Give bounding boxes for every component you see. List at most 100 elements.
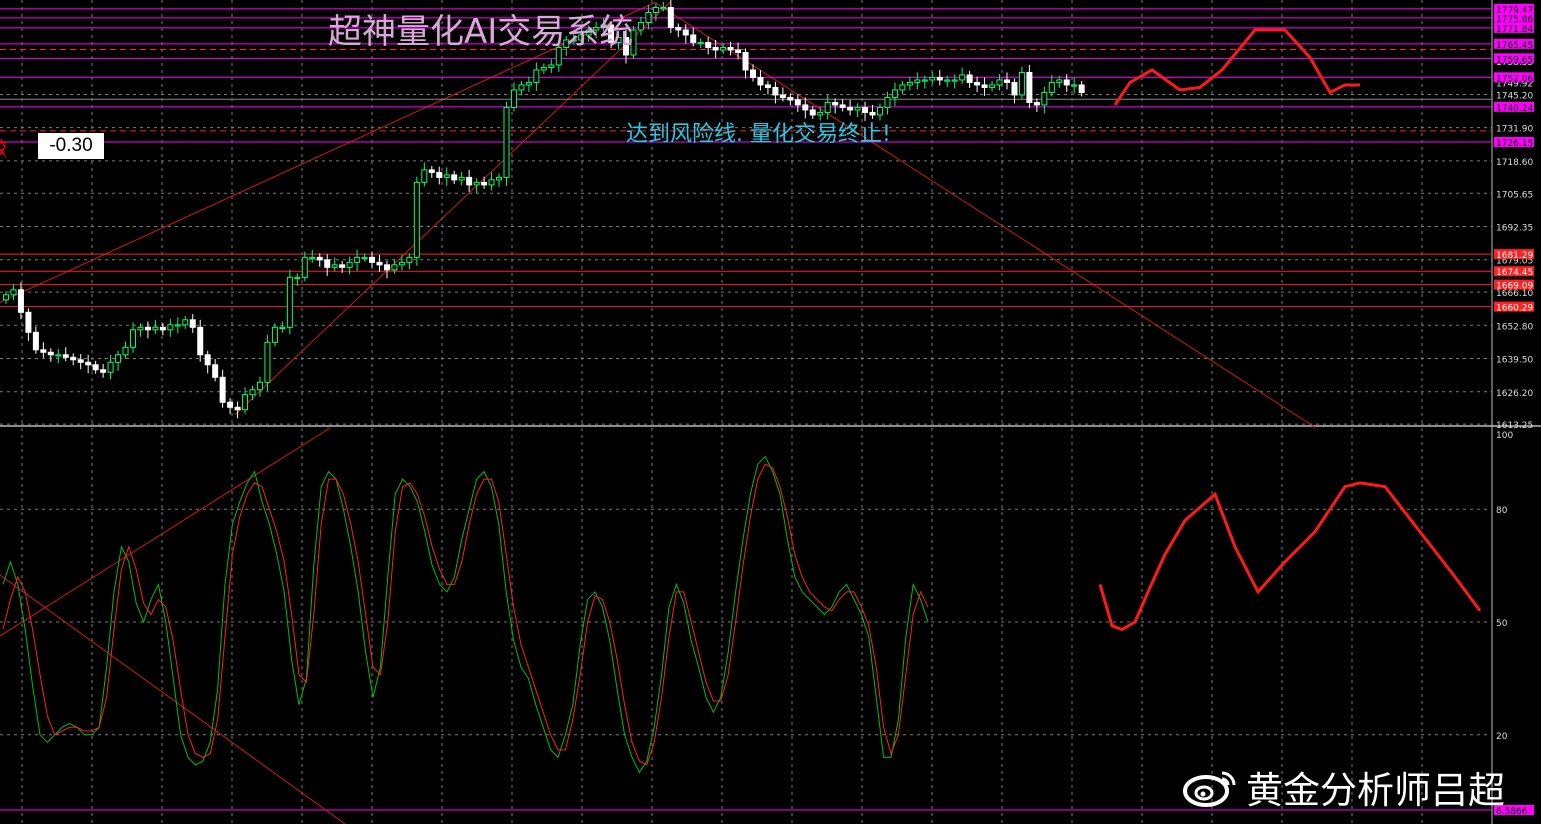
candle [391, 264, 398, 271]
candle [481, 181, 488, 186]
candle [346, 261, 353, 268]
candle [779, 94, 786, 98]
candle [62, 354, 69, 358]
osc-trend-line-down [0, 574, 346, 824]
candle [720, 46, 727, 51]
candle [331, 264, 338, 268]
candle [406, 256, 413, 263]
candle [936, 76, 943, 81]
candle [989, 84, 996, 88]
osc-tick-label: 100 [1496, 431, 1513, 441]
candle [802, 104, 809, 111]
candle [951, 79, 958, 82]
candle [376, 261, 383, 266]
candle [383, 264, 390, 271]
candle [705, 41, 712, 48]
candle [3, 294, 9, 301]
candle [473, 181, 480, 186]
candle [1011, 81, 1018, 96]
candle [129, 329, 136, 348]
price-tick-label: 1718.60 [1496, 158, 1533, 168]
candle [256, 381, 263, 391]
candle [817, 111, 824, 116]
candle [294, 276, 301, 280]
trend-line-lower [234, 2, 671, 416]
candle [55, 354, 62, 357]
candle [1071, 84, 1078, 87]
candle [682, 29, 689, 36]
candle [122, 346, 129, 356]
candle [249, 389, 256, 396]
candle [1078, 84, 1085, 93]
candle [421, 169, 428, 183]
candle [518, 84, 525, 91]
candle [25, 311, 32, 333]
candle [458, 176, 465, 181]
osc-trend-line-up [0, 427, 331, 637]
left-edge-fragment: 效 [0, 133, 6, 159]
price-level-tag-label: 1669.09 [1496, 282, 1533, 292]
candle [839, 104, 846, 108]
candle [794, 99, 801, 106]
candle [847, 106, 854, 111]
candle [660, 6, 667, 10]
candle [152, 326, 159, 331]
candle [339, 264, 346, 268]
price-tick-label: 1639.50 [1496, 356, 1533, 366]
candle [966, 74, 973, 83]
candle [100, 369, 107, 373]
candle [959, 74, 966, 81]
candle [10, 289, 17, 296]
candle [757, 76, 764, 86]
candle [159, 326, 166, 331]
candle [996, 79, 1003, 86]
candle [712, 46, 719, 51]
candle [974, 81, 981, 86]
candle [17, 289, 24, 313]
candle [219, 376, 226, 403]
osc-tick-label: 20 [1496, 732, 1508, 742]
candle [167, 324, 174, 331]
candle [40, 349, 47, 353]
candle [77, 359, 84, 363]
candle [92, 364, 99, 371]
candle [1018, 71, 1025, 96]
candle [884, 96, 891, 108]
candle [787, 96, 794, 101]
candle [899, 84, 906, 91]
candle [929, 76, 936, 81]
candle [189, 319, 196, 328]
stoch-main-line [2, 455, 929, 774]
candle [1056, 79, 1063, 83]
candle [824, 101, 831, 113]
candle [690, 34, 697, 43]
candle [197, 326, 204, 356]
price-level-tag-label: 1752.06 [1496, 74, 1533, 84]
candle [1026, 71, 1033, 103]
candle [398, 261, 405, 266]
candle [862, 106, 869, 113]
candle [1063, 79, 1070, 86]
osc-tick-label: 50 [1496, 619, 1508, 629]
candle [85, 361, 92, 366]
candle [667, 6, 674, 28]
price-forecast-line [1113, 28, 1360, 106]
candle [981, 84, 988, 88]
candle [316, 256, 323, 261]
candle [466, 176, 473, 186]
osc-forecast-line [1098, 481, 1482, 632]
price-level-tag-label: 1660.29 [1496, 304, 1533, 314]
candle [115, 354, 122, 363]
candle [32, 331, 39, 351]
price-tick-label: 1745.20 [1496, 91, 1533, 101]
candle [242, 394, 249, 411]
candle [548, 64, 555, 68]
candle [144, 326, 151, 331]
candle [174, 324, 181, 327]
candle [809, 109, 816, 116]
candle [764, 84, 771, 88]
candle [914, 79, 921, 83]
candle [510, 89, 517, 108]
candle [279, 326, 286, 330]
price-tick-label: 1705.65 [1496, 190, 1533, 200]
